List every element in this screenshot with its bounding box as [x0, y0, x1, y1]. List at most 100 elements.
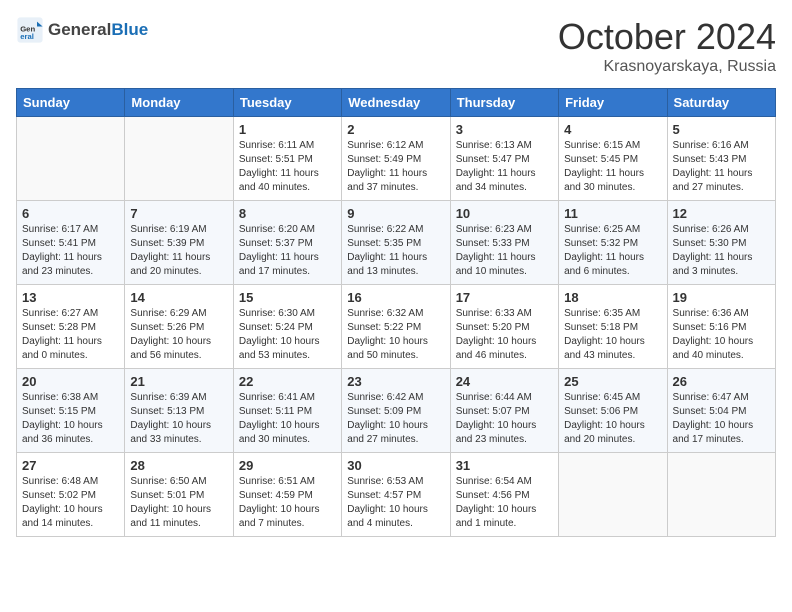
title-block: October 2024 Krasnoyarskaya, Russia: [558, 16, 776, 76]
calendar-cell: 4 Sunrise: 6:15 AM Sunset: 5:45 PM Daylig…: [559, 117, 667, 201]
calendar-cell: 7Sunrise: 6:19 AM Sunset: 5:39 PM Daylig…: [125, 201, 233, 285]
day-header-saturday: Saturday: [667, 89, 775, 117]
cell-content: Sunrise: 6:30 AM Sunset: 5:24 PM Dayligh…: [239, 307, 336, 363]
cell-content: Sunrise: 6:27 AM Sunset: 5:28 PM Dayligh…: [22, 307, 119, 363]
day-header-wednesday: Wednesday: [342, 89, 450, 117]
week-row-1: 1 Sunrise: 6:11 AM Sunset: 5:51 PM Daylig…: [17, 117, 776, 201]
calendar-cell: [667, 453, 775, 537]
day-number: 25: [564, 374, 661, 389]
cell-content: Sunrise: 6:41 AM Sunset: 5:11 PM Dayligh…: [239, 391, 336, 447]
location-title: Krasnoyarskaya, Russia: [558, 58, 776, 76]
calendar-cell: 30 Sunrise: 6:53 AM Sunset: 4:57 PM Dayli…: [342, 453, 450, 537]
header-row: SundayMondayTuesdayWednesdayThursdayFrid…: [17, 89, 776, 117]
day-header-monday: Monday: [125, 89, 233, 117]
calendar-cell: 20 Sunrise: 6:38 AM Sunset: 5:15 PM Dayli…: [17, 369, 125, 453]
calendar-cell: 12 Sunrise: 6:26 AM Sunset: 5:30 PM Dayli…: [667, 201, 775, 285]
day-number: 4: [564, 122, 661, 137]
cell-content: Sunrise: 6:32 AM Sunset: 5:22 PM Dayligh…: [347, 307, 444, 363]
cell-content: Sunrise: 6:12 AM Sunset: 5:49 PM Dayligh…: [347, 139, 444, 195]
calendar-cell: 23 Sunrise: 6:42 AM Sunset: 5:09 PM Dayli…: [342, 369, 450, 453]
calendar-cell: 13 Sunrise: 6:27 AM Sunset: 5:28 PM Dayli…: [17, 285, 125, 369]
day-number: 26: [673, 374, 770, 389]
day-number: 15: [239, 290, 336, 305]
day-number: 24: [456, 374, 553, 389]
calendar-cell: 19Sunrise: 6:36 AM Sunset: 5:16 PM Dayli…: [667, 285, 775, 369]
calendar-cell: 6 Sunrise: 6:17 AM Sunset: 5:41 PM Daylig…: [17, 201, 125, 285]
day-number: 13: [22, 290, 119, 305]
day-number: 27: [22, 458, 119, 473]
day-header-thursday: Thursday: [450, 89, 558, 117]
week-row-2: 6 Sunrise: 6:17 AM Sunset: 5:41 PM Daylig…: [17, 201, 776, 285]
logo-icon: Gen eral: [16, 16, 44, 44]
calendar-cell: 3 Sunrise: 6:13 AM Sunset: 5:47 PM Daylig…: [450, 117, 558, 201]
calendar-cell: [125, 117, 233, 201]
day-number: 31: [456, 458, 553, 473]
day-number: 16: [347, 290, 444, 305]
cell-content: Sunrise: 6:42 AM Sunset: 5:09 PM Dayligh…: [347, 391, 444, 447]
calendar-cell: 21 Sunrise: 6:39 AM Sunset: 5:13 PM Dayli…: [125, 369, 233, 453]
cell-content: Sunrise: 6:29 AM Sunset: 5:26 PM Dayligh…: [130, 307, 227, 363]
calendar-cell: 14Sunrise: 6:29 AM Sunset: 5:26 PM Dayli…: [125, 285, 233, 369]
day-number: 23: [347, 374, 444, 389]
day-number: 20: [22, 374, 119, 389]
logo: Gen eral GeneralBlue: [16, 16, 148, 44]
calendar-cell: 28 Sunrise: 6:50 AM Sunset: 5:01 PM Dayli…: [125, 453, 233, 537]
cell-content: Sunrise: 6:45 AM Sunset: 5:06 PM Dayligh…: [564, 391, 661, 447]
calendar-cell: 10Sunrise: 6:23 AM Sunset: 5:33 PM Dayli…: [450, 201, 558, 285]
cell-content: Sunrise: 6:39 AM Sunset: 5:13 PM Dayligh…: [130, 391, 227, 447]
calendar-cell: 29 Sunrise: 6:51 AM Sunset: 4:59 PM Dayli…: [233, 453, 341, 537]
day-number: 5: [673, 122, 770, 137]
cell-content: Sunrise: 6:23 AM Sunset: 5:33 PM Dayligh…: [456, 223, 553, 279]
week-row-5: 27Sunrise: 6:48 AM Sunset: 5:02 PM Dayli…: [17, 453, 776, 537]
page-header: Gen eral GeneralBlue October 2024 Krasno…: [16, 16, 776, 76]
cell-content: Sunrise: 6:16 AM Sunset: 5:43 PM Dayligh…: [673, 139, 770, 195]
calendar-cell: 11Sunrise: 6:25 AM Sunset: 5:32 PM Dayli…: [559, 201, 667, 285]
day-number: 1: [239, 122, 336, 137]
day-number: 2: [347, 122, 444, 137]
cell-content: Sunrise: 6:15 AM Sunset: 5:45 PM Dayligh…: [564, 139, 661, 195]
day-number: 19: [673, 290, 770, 305]
calendar-cell: 5 Sunrise: 6:16 AM Sunset: 5:43 PM Daylig…: [667, 117, 775, 201]
svg-text:eral: eral: [20, 32, 34, 41]
cell-content: Sunrise: 6:51 AM Sunset: 4:59 PM Dayligh…: [239, 475, 336, 531]
day-number: 8: [239, 206, 336, 221]
day-number: 29: [239, 458, 336, 473]
cell-content: Sunrise: 6:22 AM Sunset: 5:35 PM Dayligh…: [347, 223, 444, 279]
calendar-cell: [559, 453, 667, 537]
cell-content: Sunrise: 6:33 AM Sunset: 5:20 PM Dayligh…: [456, 307, 553, 363]
cell-content: Sunrise: 6:17 AM Sunset: 5:41 PM Dayligh…: [22, 223, 119, 279]
day-number: 7: [130, 206, 227, 221]
cell-content: Sunrise: 6:11 AM Sunset: 5:51 PM Dayligh…: [239, 139, 336, 195]
cell-content: Sunrise: 6:47 AM Sunset: 5:04 PM Dayligh…: [673, 391, 770, 447]
day-number: 21: [130, 374, 227, 389]
day-number: 3: [456, 122, 553, 137]
logo-text: GeneralBlue: [48, 20, 148, 40]
cell-content: Sunrise: 6:53 AM Sunset: 4:57 PM Dayligh…: [347, 475, 444, 531]
cell-content: Sunrise: 6:35 AM Sunset: 5:18 PM Dayligh…: [564, 307, 661, 363]
calendar-cell: 9Sunrise: 6:22 AM Sunset: 5:35 PM Daylig…: [342, 201, 450, 285]
calendar-cell: 1 Sunrise: 6:11 AM Sunset: 5:51 PM Daylig…: [233, 117, 341, 201]
day-number: 22: [239, 374, 336, 389]
cell-content: Sunrise: 6:13 AM Sunset: 5:47 PM Dayligh…: [456, 139, 553, 195]
day-number: 6: [22, 206, 119, 221]
cell-content: Sunrise: 6:25 AM Sunset: 5:32 PM Dayligh…: [564, 223, 661, 279]
day-header-sunday: Sunday: [17, 89, 125, 117]
day-number: 28: [130, 458, 227, 473]
calendar-cell: 26 Sunrise: 6:47 AM Sunset: 5:04 PM Dayli…: [667, 369, 775, 453]
cell-content: Sunrise: 6:50 AM Sunset: 5:01 PM Dayligh…: [130, 475, 227, 531]
day-number: 30: [347, 458, 444, 473]
calendar-cell: 18 Sunrise: 6:35 AM Sunset: 5:18 PM Dayli…: [559, 285, 667, 369]
day-number: 17: [456, 290, 553, 305]
calendar-cell: 15 Sunrise: 6:30 AM Sunset: 5:24 PM Dayli…: [233, 285, 341, 369]
calendar-cell: 17 Sunrise: 6:33 AM Sunset: 5:20 PM Dayli…: [450, 285, 558, 369]
week-row-4: 20 Sunrise: 6:38 AM Sunset: 5:15 PM Dayli…: [17, 369, 776, 453]
calendar-cell: 16 Sunrise: 6:32 AM Sunset: 5:22 PM Dayli…: [342, 285, 450, 369]
calendar-cell: 2 Sunrise: 6:12 AM Sunset: 5:49 PM Daylig…: [342, 117, 450, 201]
day-number: 12: [673, 206, 770, 221]
cell-content: Sunrise: 6:38 AM Sunset: 5:15 PM Dayligh…: [22, 391, 119, 447]
cell-content: Sunrise: 6:54 AM Sunset: 4:56 PM Dayligh…: [456, 475, 553, 531]
week-row-3: 13 Sunrise: 6:27 AM Sunset: 5:28 PM Dayli…: [17, 285, 776, 369]
day-number: 18: [564, 290, 661, 305]
cell-content: Sunrise: 6:26 AM Sunset: 5:30 PM Dayligh…: [673, 223, 770, 279]
calendar-table: SundayMondayTuesdayWednesdayThursdayFrid…: [16, 88, 776, 537]
